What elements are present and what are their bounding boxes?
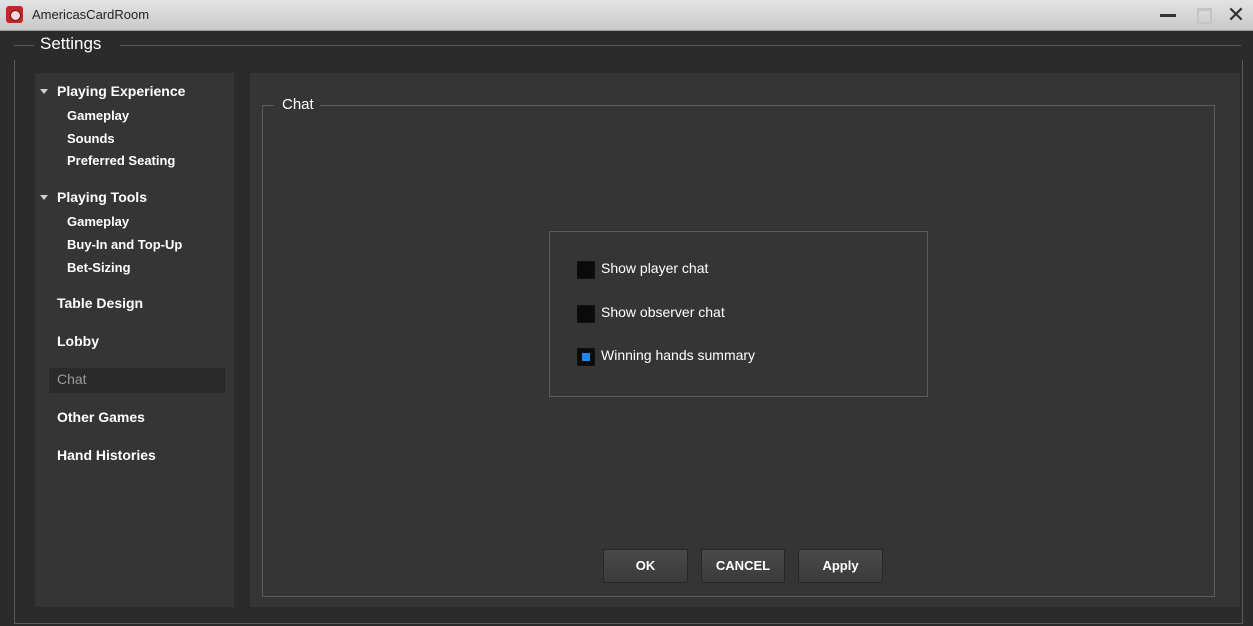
apply-button[interactable]: Apply	[798, 549, 883, 583]
title-bar: AmericasCardRoom ✕	[0, 0, 1253, 31]
sidebar-item-chat[interactable]: Chat	[57, 371, 87, 387]
maximize-icon[interactable]	[1190, 3, 1218, 27]
close-icon[interactable]: ✕	[1222, 3, 1250, 27]
cancel-button[interactable]: CANCEL	[701, 549, 785, 583]
settings-border	[14, 45, 34, 46]
sidebar-item-preferred-seating[interactable]: Preferred Seating	[67, 153, 175, 168]
window-title: AmericasCardRoom	[32, 7, 150, 22]
sidebar-section-playing-experience[interactable]: Playing Experience	[57, 83, 185, 99]
chat-group-title: Chat	[282, 96, 314, 113]
show-observer-chat-checkbox[interactable]	[577, 305, 595, 323]
app-logo-icon	[6, 6, 23, 23]
sidebar-item-tools-gameplay[interactable]: Gameplay	[67, 214, 129, 229]
expand-caret-icon[interactable]	[40, 195, 48, 200]
sidebar-item-gameplay[interactable]: Gameplay	[67, 108, 129, 123]
expand-caret-icon[interactable]	[40, 89, 48, 94]
sidebar-item-lobby[interactable]: Lobby	[57, 333, 99, 349]
sidebar-section-playing-tools[interactable]: Playing Tools	[57, 189, 147, 205]
sidebar-item-sounds[interactable]: Sounds	[67, 131, 115, 146]
sidebar-item-hand-histories[interactable]: Hand Histories	[57, 447, 156, 463]
show-player-chat-checkbox[interactable]	[577, 261, 595, 279]
minimize-icon[interactable]	[1154, 3, 1182, 27]
settings-title: Settings	[40, 34, 102, 53]
sidebar-item-bet-sizing[interactable]: Bet-Sizing	[67, 260, 131, 275]
sidebar-item-buy-in-top-up[interactable]: Buy-In and Top-Up	[67, 237, 182, 252]
option-label: Show observer chat	[601, 304, 725, 320]
option-label: Winning hands summary	[601, 347, 756, 363]
option-label: Show player chat	[601, 260, 709, 276]
settings-border	[120, 45, 1241, 46]
sidebar-item-other-games[interactable]: Other Games	[57, 409, 145, 425]
winning-hands-summary-checkbox[interactable]	[577, 348, 595, 366]
ok-button[interactable]: OK	[603, 549, 688, 583]
sidebar-item-table-design[interactable]: Table Design	[57, 295, 143, 311]
